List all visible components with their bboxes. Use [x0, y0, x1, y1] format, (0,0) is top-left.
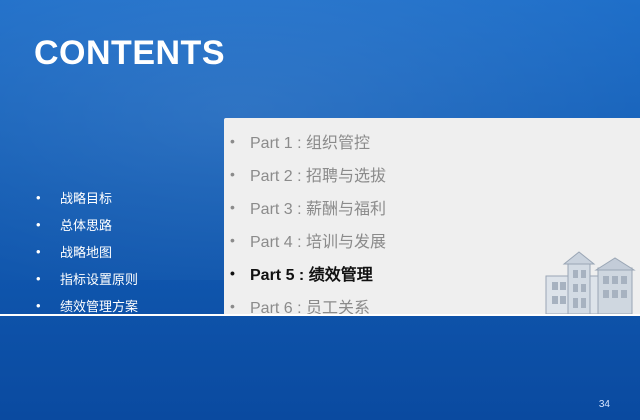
left-bullet-list: • 战略目标 • 总体思路 • 战略地图 • 指标设置原则 • 绩效管理方案 — [36, 184, 226, 319]
bullet-icon: • — [36, 217, 41, 232]
horizontal-divider — [0, 314, 640, 316]
contents-item-part-3[interactable]: • Part 3 : 薪酬与福利 — [230, 190, 630, 223]
left-list-item: • 指标设置原则 — [36, 265, 226, 292]
left-list-item-label: 战略地图 — [60, 245, 113, 260]
contents-item-label: Part 2 : 招聘与选拔 — [250, 167, 387, 185]
contents-item-part-1[interactable]: • Part 1 : 组织管控 — [230, 124, 630, 157]
contents-item-label: Part 4 : 培训与发展 — [250, 233, 387, 251]
contents-item-part-2[interactable]: • Part 2 : 招聘与选拔 — [230, 157, 630, 190]
contents-item-label: Part 5 : 绩效管理 — [250, 266, 373, 284]
left-list-item: • 战略地图 — [36, 238, 226, 265]
bullet-icon: • — [36, 271, 41, 286]
left-list-item-label: 绩效管理方案 — [60, 299, 139, 314]
bullet-icon: • — [230, 198, 235, 215]
slide-title: CONTENTS — [34, 34, 225, 72]
left-list-item: • 总体思路 — [36, 211, 226, 238]
left-list-item: • 战略目标 — [36, 184, 226, 211]
bullet-icon: • — [230, 165, 235, 182]
left-list-item-label: 战略目标 — [60, 191, 113, 206]
bullet-icon: • — [36, 244, 41, 259]
contents-item-label: Part 1 : 组织管控 — [250, 134, 371, 152]
contents-item-label: Part 3 : 薪酬与福利 — [250, 200, 387, 218]
contents-panel: • Part 1 : 组织管控 • Part 2 : 招聘与选拔 • Part … — [224, 118, 640, 317]
bullet-icon: • — [36, 298, 41, 313]
bullet-icon: • — [230, 297, 235, 314]
bullet-icon: • — [36, 190, 41, 205]
slide: CONTENTS • 战略目标 • 总体思路 • 战略地图 • 指标设置原则 •… — [0, 0, 640, 420]
bullet-icon: • — [230, 132, 235, 149]
page-number: 34 — [598, 399, 610, 410]
building-illustration — [545, 251, 636, 314]
left-list-item-label: 指标设置原则 — [60, 272, 139, 287]
bullet-icon: • — [230, 264, 235, 281]
left-list-item-label: 总体思路 — [60, 218, 113, 233]
bullet-icon: • — [230, 231, 235, 248]
